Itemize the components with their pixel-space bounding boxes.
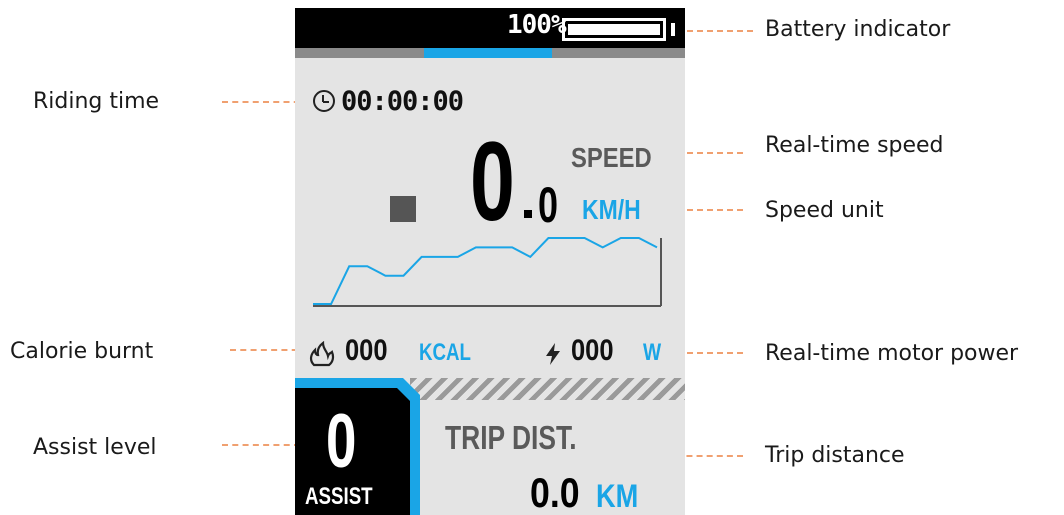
bolt-icon [546,343,560,365]
calorie-value: 000 [345,334,388,367]
callout-trip-distance: Trip distance [765,443,905,468]
flame-icon [309,341,335,367]
speed-integer: 0 [470,119,515,244]
progress-track [295,48,685,58]
speed-graph [313,237,662,307]
callout-realtime-speed: Real-time speed [765,133,944,158]
speed-decimal: 0 [538,177,559,233]
battery-percent: 100% [507,10,567,40]
square-indicator [390,196,416,222]
callout-riding-time: Riding time [33,89,160,114]
leader-battery [687,30,753,32]
progress-segment [423,48,553,58]
trip-distance-label: TRIP DIST. [445,419,577,456]
trip-distance-unit: KM [596,478,639,514]
battery-tip [671,23,675,36]
speed-decimal-point [524,210,532,218]
assist-level-value: 0 [326,399,357,484]
callout-motor-power: Real-time motor power [765,341,1019,366]
battery-fill [568,24,660,35]
bike-display: 100% 00:00:00 SPEED 0 0 KM/H 000 KCAL 00… [295,8,685,515]
calorie-unit: KCAL [419,339,471,366]
speed-label: SPEED [571,142,652,173]
motor-power-unit: W [643,339,662,366]
speed-history-line [313,237,658,305]
hatch-stripes [410,378,685,400]
motor-power-value: 000 [571,334,614,367]
callout-assist-level: Assist level [33,435,157,460]
riding-time: 00:00:00 [341,86,464,117]
callout-battery-indicator: Battery indicator [765,17,951,42]
leader-assist [222,444,300,446]
clock-icon [313,90,335,112]
callout-speed-unit: Speed unit [765,198,884,223]
speed-unit: KM/H [582,194,641,225]
callout-calorie-burnt: Calorie burnt [10,339,154,364]
trip-distance-value: 0.0 [530,469,580,515]
assist-label: ASSIST [305,483,373,510]
battery-icon [562,18,666,41]
